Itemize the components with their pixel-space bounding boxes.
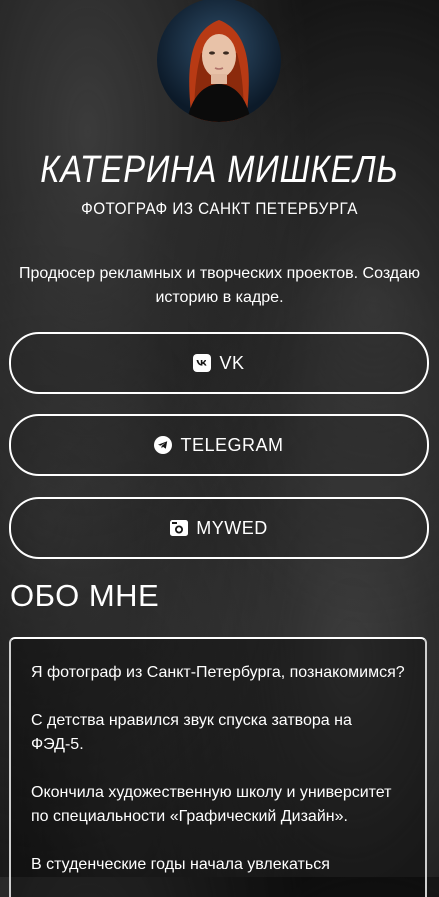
- profile-tagline: ФОТОГРАФ ИЗ САНКТ ПЕТЕРБУРГА: [81, 199, 358, 218]
- profile-name: КАТЕРИНА МИШКЕЛЬ: [40, 149, 399, 191]
- vk-icon: [193, 354, 212, 372]
- vk-link-label: VK: [219, 352, 245, 373]
- about-title: ОБО МНЕ: [10, 578, 160, 613]
- camera-icon: [170, 519, 189, 537]
- about-content: Я фотограф из Санкт-Петербурга, познаком…: [9, 637, 427, 897]
- telegram-icon: [154, 436, 173, 454]
- telegram-link-label: TELEGRAM: [180, 434, 284, 455]
- about-paragraph: Окончила художественную школу и универси…: [31, 784, 392, 825]
- vk-link-button[interactable]: VK: [9, 332, 429, 394]
- telegram-link-button[interactable]: TELEGRAM: [9, 414, 429, 476]
- about-paragraph: В студенческие годы начала увлекаться: [31, 856, 330, 873]
- mywed-link-label: MYWED: [196, 517, 268, 538]
- about-paragraph: С детства нравился звук спуска затвора н…: [31, 712, 352, 753]
- mywed-link-button[interactable]: MYWED: [9, 497, 429, 559]
- profile-bio: Продюсер рекламных и творческих проектов…: [18, 265, 421, 306]
- about-paragraph: Я фотограф из Санкт-Петербурга, познаком…: [31, 664, 405, 681]
- profile-avatar: [157, 0, 281, 122]
